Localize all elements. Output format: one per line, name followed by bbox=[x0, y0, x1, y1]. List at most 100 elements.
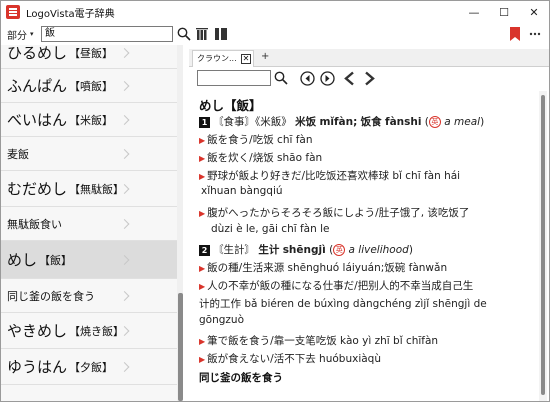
sub-entry-headword: 同じ釜の飯を食う bbox=[199, 372, 283, 384]
books-icon bbox=[196, 28, 208, 40]
example-pinyin: huóbuxiàqù bbox=[319, 353, 381, 365]
sense-1: 1 〘食事〙《米飯》 米饭 mǐfàn; 饭食 fànshi (英 a meal) bbox=[199, 114, 484, 129]
example: ▶ 腹がへったからそろそろ飯にしよう/肚子饿了, 该吃饭了 bbox=[199, 205, 469, 220]
chevron-right-icon bbox=[119, 47, 130, 58]
paren: ) bbox=[480, 116, 485, 128]
english-marker-icon: 英 bbox=[428, 116, 441, 128]
sense-number: 1 bbox=[199, 116, 210, 128]
english-marker-icon: 英 bbox=[333, 244, 346, 256]
list-item-kanji: 【夕飯】 bbox=[69, 360, 114, 374]
example-chinese: /烧饭 bbox=[249, 152, 274, 164]
find-button[interactable] bbox=[273, 70, 289, 86]
example-chinese: /肚子饿了, 该吃饭了 bbox=[375, 207, 470, 219]
app-logo-icon bbox=[6, 5, 20, 19]
example-chinese: /比吃饭还喜欢棒球 bbox=[301, 170, 389, 182]
sense-variant: 《米飯》 bbox=[255, 116, 292, 128]
example-pinyin: kào yì zhī bǐ chīfàn bbox=[340, 335, 439, 347]
example-bullet-icon: ▶ bbox=[199, 154, 206, 163]
list-item[interactable]: ひるめし 【昼飯】 bbox=[1, 45, 177, 69]
list-item-label: めし bbox=[7, 251, 38, 269]
example-bullet-icon: ▶ bbox=[199, 264, 206, 273]
tab-close-icon[interactable]: ✕ bbox=[241, 54, 251, 64]
chevron-down-icon: ▾ bbox=[30, 30, 34, 38]
example: ▶ 野球が飯より好きだ/比吃饭还喜欢棒球 bǐ chī fàn hái bbox=[199, 168, 460, 183]
example: ▶ 飯が食えない/活不下去 huóbuxiàqù bbox=[199, 351, 381, 366]
chevron-right-icon bbox=[364, 71, 375, 85]
example-pinyin: bǐ chī fàn hái bbox=[392, 170, 461, 182]
example-chinese: 计的工作 bbox=[199, 298, 241, 310]
list-item-label: 麦飯 bbox=[7, 147, 29, 161]
list-item-label: 同じ釜の飯を食う bbox=[7, 289, 95, 303]
example: ▶ 筆で飯を食う/靠一支笔吃饭 kào yì zhī bǐ chīfàn bbox=[199, 333, 438, 348]
sense-tag: 〘食事〙 bbox=[213, 116, 255, 128]
example-japanese: 飯が食えない bbox=[207, 353, 271, 365]
example: ▶ 飯を食う/吃饭 chī fàn bbox=[199, 132, 313, 147]
list-item[interactable]: ふんぱん 【噴飯】 bbox=[1, 69, 177, 103]
bookmark-icon bbox=[510, 27, 520, 41]
menu-button[interactable] bbox=[527, 26, 543, 42]
example-bullet-icon: ▶ bbox=[199, 282, 206, 291]
example-continued: 计的工作 bǎ biéren de búxìng dàngchéng zìjǐ … bbox=[199, 296, 487, 311]
title-bar: LogoVista電子辞典 — ☐ ✕ bbox=[1, 1, 549, 23]
sense-tag: 〘生計〙 bbox=[213, 244, 255, 256]
list-item[interactable]: ゆうはん 【夕飯】 bbox=[1, 349, 177, 385]
example-japanese: 人の不幸が飯の種になる仕事だ bbox=[207, 280, 355, 292]
add-tab-button[interactable]: + bbox=[261, 51, 269, 62]
chevron-right-icon bbox=[119, 218, 130, 229]
find-previous-button[interactable] bbox=[299, 70, 315, 86]
search-icon bbox=[177, 27, 191, 41]
layout-toggle-button[interactable] bbox=[213, 26, 229, 42]
find-bar bbox=[189, 67, 549, 89]
search-mode-select[interactable]: 部分 ▾ bbox=[7, 27, 34, 42]
sense-2: 2 〘生計〙 生计 shēngjì (英 a livelihood) bbox=[199, 242, 413, 257]
chevron-left-icon bbox=[343, 71, 354, 85]
list-item[interactable]: 同じ釜の飯を食う bbox=[1, 279, 177, 313]
chevron-right-icon bbox=[119, 114, 130, 125]
example-japanese: 腹がへったからそろそろ飯にしよう bbox=[207, 207, 376, 219]
entry-scrollbar-thumb[interactable] bbox=[541, 95, 545, 395]
close-button[interactable]: ✕ bbox=[519, 1, 549, 23]
example-chinese: /活不下去 bbox=[270, 353, 316, 365]
example-chinese: /吃饭 bbox=[249, 134, 274, 146]
list-item[interactable]: べいはん 【米飯】 bbox=[1, 103, 177, 137]
result-list: ひるめし 【昼飯】 ふんぱん 【噴飯】 べいはん 【米飯】 麦飯 むだめし 【無… bbox=[1, 45, 183, 401]
chevron-right-icon bbox=[119, 361, 130, 372]
separator: ; bbox=[353, 116, 358, 128]
list-item-label: ゆうはん bbox=[7, 358, 68, 376]
find-in-page-input[interactable] bbox=[197, 70, 271, 86]
more-icon bbox=[529, 32, 541, 36]
maximize-button[interactable]: ☐ bbox=[489, 1, 519, 23]
history-forward-button[interactable] bbox=[361, 70, 377, 86]
list-item-kanji: 【無駄飯】 bbox=[69, 182, 125, 196]
find-next-button[interactable] bbox=[319, 70, 335, 86]
history-back-button[interactable] bbox=[341, 70, 357, 86]
minimize-button[interactable]: — bbox=[459, 1, 489, 23]
entry-headword: めし【飯】 bbox=[199, 98, 262, 113]
chevron-right-icon bbox=[119, 290, 130, 301]
pinyin: fànshi bbox=[385, 116, 422, 128]
example-japanese: 筆で飯を食う bbox=[207, 335, 271, 347]
list-item-label: むだめし bbox=[7, 180, 68, 198]
list-item[interactable]: 無駄飯食い bbox=[1, 207, 177, 241]
list-item-selected[interactable]: めし 【飯】 bbox=[1, 241, 177, 279]
list-scrollbar-thumb[interactable] bbox=[178, 293, 183, 401]
list-item-label: やきめし bbox=[7, 322, 68, 340]
list-item[interactable]: やきめし 【焼き飯】 bbox=[1, 313, 177, 349]
example-japanese: 飯の種 bbox=[207, 262, 239, 274]
search-input[interactable]: 飯 bbox=[41, 26, 173, 42]
list-item[interactable]: むだめし 【無駄飯】 bbox=[1, 171, 177, 207]
dictionary-list-button[interactable] bbox=[195, 26, 211, 42]
example-bullet-icon: ▶ bbox=[199, 337, 206, 346]
tab-dictionary[interactable]: クラウン... ✕ bbox=[192, 50, 254, 67]
example-chinese: 饭碗 bbox=[384, 262, 406, 274]
list-item[interactable]: 麦飯 bbox=[1, 137, 177, 171]
example-pinyin: fànwǎn bbox=[408, 262, 448, 274]
chinese-translation: 饭食 bbox=[360, 116, 382, 128]
list-item-label: ふんぱん bbox=[7, 77, 68, 95]
example-japanese: 飯を炊く bbox=[207, 152, 250, 164]
bookmark-button[interactable] bbox=[507, 26, 523, 42]
window-title: LogoVista電子辞典 bbox=[26, 8, 115, 20]
panel-layout-icon bbox=[215, 28, 227, 40]
entry-content: めし【飯】 1 〘食事〙《米飯》 米饭 mǐfàn; 饭食 fànshi (英 a… bbox=[189, 91, 537, 401]
search-button[interactable] bbox=[176, 26, 192, 42]
